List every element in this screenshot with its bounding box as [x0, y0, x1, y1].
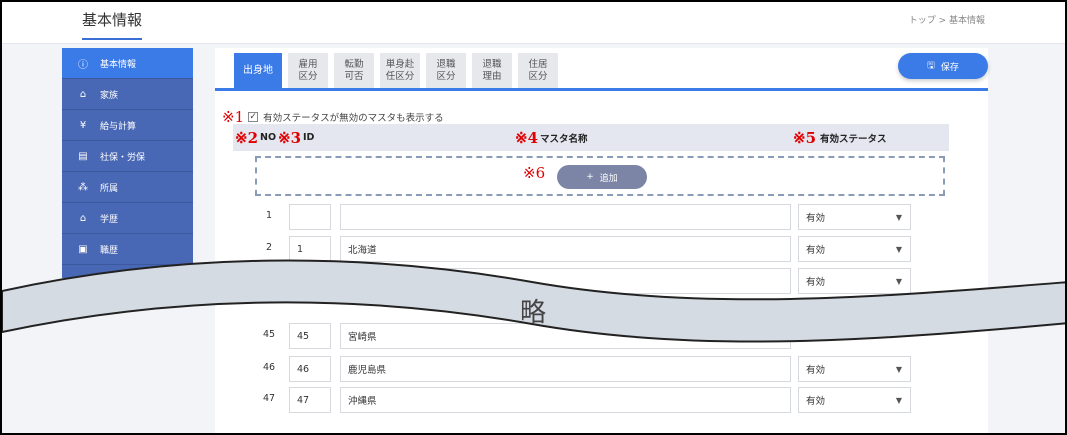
annotation-4: ※4 — [515, 128, 539, 147]
row-no: 1 — [265, 210, 273, 221]
table-row: 有効 ▼ — [215, 268, 988, 294]
document-icon: ▤ — [78, 150, 88, 162]
table-row: 47 47 沖縄県 有効 ▼ — [215, 387, 988, 413]
main-panel: 出身地 雇用 区分 転勤 可否 単身赴 任区分 退職 区分 退職 理由 住居 区… — [215, 48, 988, 433]
row-no: 2 — [265, 242, 273, 253]
tab-employment-type[interactable]: 雇用 区分 — [288, 53, 328, 88]
tab-birthplace[interactable]: 出身地 — [234, 53, 282, 88]
chevron-down-icon: ▼ — [895, 244, 902, 254]
status-select[interactable]: 有効 ▼ — [798, 204, 911, 230]
status-select[interactable]: 有効 ▼ — [798, 268, 911, 294]
table-row: 45 45 宮崎県 — [215, 323, 988, 349]
sidebar-item-payroll[interactable]: ¥ 給与計算 — [62, 110, 193, 141]
omission-label: 略 — [520, 298, 547, 328]
chevron-down-icon: ▼ — [895, 276, 902, 286]
floppy-disk-icon: 🖫 — [927, 61, 935, 71]
sidebar: ⓘ 基本情報 ⌂ 家族 ¥ 給与計算 ▤ 社保・労保 ⁂ 所属 ⌂ 学歴 ▣ 職… — [62, 48, 193, 278]
chevron-down-icon: ▼ — [895, 364, 902, 374]
status-value: 有効 — [806, 365, 826, 376]
sidebar-item-label: 職歴 — [100, 245, 119, 256]
id-input[interactable]: 1 — [289, 236, 331, 262]
name-input[interactable]: 北海道 — [340, 236, 791, 262]
sidebar-item-label: 学歴 — [100, 214, 119, 225]
chevron-down-icon: ▼ — [895, 212, 902, 222]
sidebar-item-label: 家族 — [100, 90, 119, 101]
header-id-label: ID — [303, 132, 315, 143]
header-no: ※2 NO — [235, 124, 276, 151]
add-button-label: 追加 — [599, 173, 618, 184]
name-input[interactable]: 沖縄県 — [340, 387, 791, 413]
id-input[interactable]: 45 — [289, 323, 331, 349]
status-select[interactable]: 有効 ▼ — [798, 387, 911, 413]
sidebar-item-basic-info[interactable]: ⓘ 基本情報 — [62, 48, 193, 79]
page-title: 基本情報 — [82, 9, 143, 40]
table-row: 46 46 鹿児島県 有効 ▼ — [215, 356, 988, 382]
row-no: 47 — [262, 393, 276, 404]
sidebar-item-career[interactable]: ▣ 職歴 — [62, 234, 193, 265]
tab-retirement-reason[interactable]: 退職 理由 — [472, 53, 512, 88]
tab-single-assignment[interactable]: 単身赴 任区分 — [380, 53, 420, 88]
chevron-down-icon: ▼ — [895, 395, 902, 405]
row-no: 45 — [262, 329, 276, 340]
sidebar-item-education[interactable]: ⌂ 学歴 — [62, 203, 193, 234]
status-select[interactable]: 有効 ▼ — [798, 356, 911, 382]
name-input[interactable]: 鹿児島県 — [340, 356, 791, 382]
table-header: ※2 NO ※3 ID ※4 マスタ名称 ※5 有効ステータス — [233, 124, 949, 151]
annotation-6: ※6 — [523, 164, 546, 182]
top-bar: 基本情報 トップ > 基本情報 — [2, 2, 1065, 44]
name-input[interactable] — [340, 204, 791, 230]
sidebar-item-insurance[interactable]: ▤ 社保・労保 — [62, 141, 193, 172]
yen-icon: ¥ — [79, 119, 87, 131]
annotation-3: ※3 — [278, 128, 302, 147]
header-id: ※3 ID — [278, 124, 314, 151]
header-name-label: マスタ名称 — [540, 133, 588, 145]
tab-retirement-type[interactable]: 退職 区分 — [426, 53, 466, 88]
status-select[interactable]: 有効 ▼ — [798, 236, 911, 262]
tab-bar: 出身地 雇用 区分 転勤 可否 単身赴 任区分 退職 区分 退職 理由 住居 区… — [234, 53, 558, 88]
status-value: 有効 — [806, 213, 826, 224]
id-input[interactable] — [289, 268, 331, 294]
show-inactive-label: 有効ステータスが無効のマスタも表示する — [263, 113, 444, 124]
info-icon: ⓘ — [78, 59, 88, 71]
add-row-zone: ※6 + 追加 — [255, 156, 945, 196]
annotation-2: ※2 — [235, 128, 259, 147]
show-inactive-checkbox[interactable]: ✓ — [248, 112, 259, 122]
tab-housing-type[interactable]: 住居 区分 — [518, 53, 558, 88]
save-button[interactable]: 🖫 保存 — [898, 53, 988, 79]
name-input[interactable] — [340, 268, 791, 294]
sidebar-item-affiliation[interactable]: ⁂ 所属 — [62, 172, 193, 203]
org-chart-icon: ⁂ — [78, 181, 88, 193]
sidebar-item-label: 所属 — [100, 183, 119, 194]
id-input[interactable]: 46 — [289, 356, 331, 382]
sidebar-item-family[interactable]: ⌂ 家族 — [62, 79, 193, 110]
graduation-cap-icon: ⌂ — [79, 212, 87, 224]
id-input[interactable] — [289, 204, 331, 230]
status-value: 有効 — [806, 396, 826, 407]
table-row: 2 1 北海道 有効 ▼ — [215, 236, 988, 262]
status-value: 有効 — [806, 245, 826, 256]
screenshot-frame: 基本情報 トップ > 基本情報 ⓘ 基本情報 ⌂ 家族 ¥ 給与計算 ▤ 社保・… — [0, 0, 1067, 435]
name-input[interactable]: 宮崎県 — [340, 323, 791, 349]
header-name: ※4 マスタ名称 — [515, 124, 588, 151]
briefcase-icon: ▣ — [78, 243, 88, 255]
add-button[interactable]: + 追加 — [557, 165, 647, 189]
row-no: 46 — [262, 362, 276, 373]
plus-icon: + — [586, 172, 594, 182]
breadcrumb: トップ > 基本情報 — [908, 16, 985, 26]
sidebar-item-label: 基本情報 — [100, 59, 137, 70]
tab-transfer[interactable]: 転勤 可否 — [334, 53, 374, 88]
annotation-5: ※5 — [793, 128, 817, 147]
table-row: 1 有効 ▼ — [215, 204, 988, 230]
header-status: ※5 有効ステータス — [793, 124, 887, 151]
house-icon: ⌂ — [79, 88, 87, 100]
save-button-label: 保存 — [940, 62, 959, 73]
header-no-label: NO — [260, 132, 277, 143]
status-value: 有効 — [806, 277, 826, 288]
sidebar-item-label: 給与計算 — [100, 121, 137, 132]
sidebar-item-label: 社保・労保 — [100, 152, 146, 163]
tab-underline — [215, 88, 988, 91]
id-input[interactable]: 47 — [289, 387, 331, 413]
header-status-label: 有効ステータス — [820, 133, 887, 145]
